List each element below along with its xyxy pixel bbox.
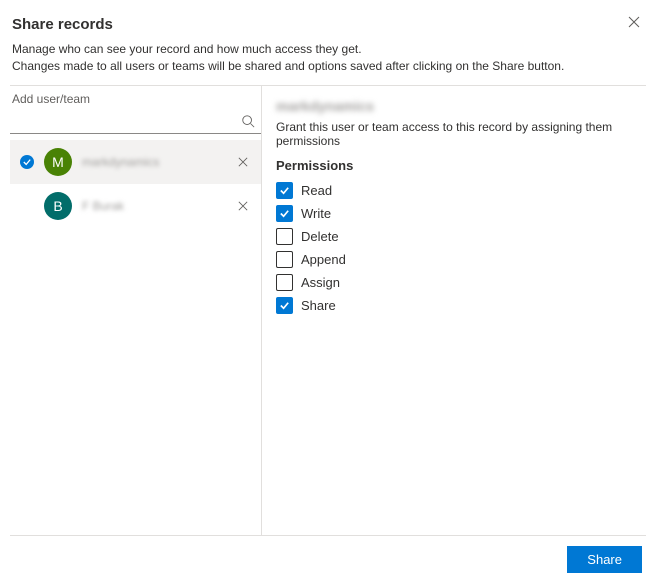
user-row[interactable]: B F Burak <box>10 184 261 228</box>
checkbox-append[interactable] <box>276 251 293 268</box>
permissions-heading: Permissions <box>276 158 632 173</box>
selected-indicator-empty <box>20 199 34 213</box>
dialog-footer: Share <box>10 536 646 577</box>
permission-row-share: Share <box>276 294 632 317</box>
permission-label: Append <box>301 252 346 267</box>
add-user-label: Add user/team <box>10 86 261 110</box>
close-button[interactable] <box>624 12 644 32</box>
permission-label: Delete <box>301 229 339 244</box>
user-name: F Burak <box>82 199 225 213</box>
share-dialog: Share records Manage who can see your re… <box>0 0 656 587</box>
checkbox-assign[interactable] <box>276 274 293 291</box>
right-pane: markdynamics Grant this user or team acc… <box>261 86 646 535</box>
permissions-instruction: Grant this user or team access to this r… <box>276 120 632 148</box>
checkbox-read[interactable] <box>276 182 293 199</box>
permission-row-assign: Assign <box>276 271 632 294</box>
permission-row-read: Read <box>276 179 632 202</box>
permission-label: Write <box>301 206 331 221</box>
close-icon <box>628 16 640 28</box>
checkbox-write[interactable] <box>276 205 293 222</box>
user-list: M markdynamics B F Burak <box>10 140 261 228</box>
search-input[interactable] <box>12 114 241 129</box>
dialog-body: Add user/team M markdynamics <box>10 85 646 536</box>
share-button[interactable]: Share <box>567 546 642 573</box>
selected-user-heading: markdynamics <box>276 98 632 114</box>
permission-label: Assign <box>301 275 340 290</box>
selected-indicator <box>20 155 34 169</box>
permission-label: Read <box>301 183 332 198</box>
checkbox-delete[interactable] <box>276 228 293 245</box>
close-icon <box>238 157 248 167</box>
left-pane: Add user/team M markdynamics <box>10 86 261 535</box>
checkbox-share[interactable] <box>276 297 293 314</box>
user-row[interactable]: M markdynamics <box>10 140 261 184</box>
permission-row-append: Append <box>276 248 632 271</box>
remove-user-button[interactable] <box>235 198 251 214</box>
permission-label: Share <box>301 298 336 313</box>
search-icon <box>241 114 255 128</box>
permission-row-delete: Delete <box>276 225 632 248</box>
remove-user-button[interactable] <box>235 154 251 170</box>
dialog-header: Share records Manage who can see your re… <box>10 10 646 85</box>
dialog-description-1: Manage who can see your record and how m… <box>12 41 644 58</box>
permission-row-write: Write <box>276 202 632 225</box>
close-icon <box>238 201 248 211</box>
avatar: M <box>44 148 72 176</box>
user-name: markdynamics <box>82 155 225 169</box>
avatar: B <box>44 192 72 220</box>
dialog-title: Share records <box>12 16 644 33</box>
dialog-description-2: Changes made to all users or teams will … <box>12 58 644 75</box>
search-field[interactable] <box>10 110 261 134</box>
